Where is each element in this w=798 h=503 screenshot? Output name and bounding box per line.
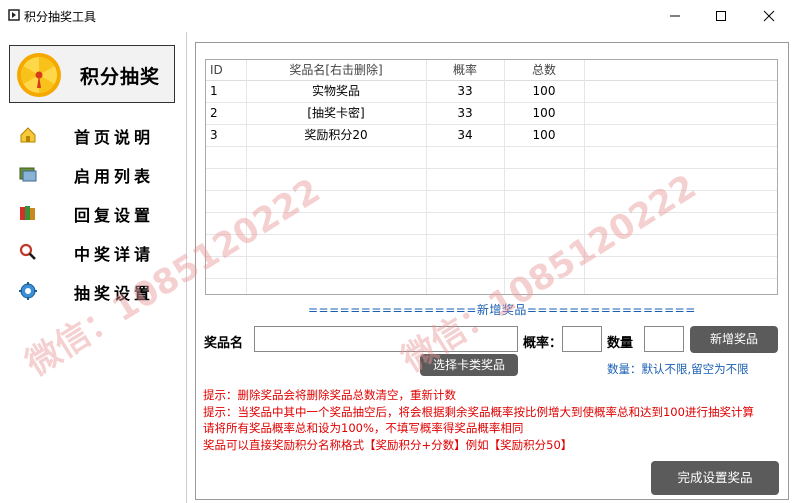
maximize-icon (716, 11, 726, 21)
sidebar-item-winners[interactable]: 中奖详请 (18, 240, 178, 264)
home-icon (20, 127, 36, 143)
cell-name: [抽奖卡密] (307, 106, 365, 120)
header-total: 总数 (531, 63, 556, 77)
choose-card-prize-button[interactable]: 选择卡类奖品 (420, 354, 518, 376)
minimize-icon (670, 15, 680, 17)
add-prize-section-title: ================新增奖品================ (308, 303, 696, 317)
empty-row (206, 147, 777, 169)
sidebar-divider (186, 32, 187, 503)
minimize-button[interactable] (652, 0, 698, 32)
quantity-label: 数量 (607, 336, 634, 351)
header-id: ID (210, 63, 223, 77)
note-line: 提示：当奖品中其中一个奖品抽空后，将会根据剩余奖品概率按比例增大到使概率总和达到… (203, 404, 754, 419)
cell-prob: 33 (457, 84, 473, 98)
cell-prob: 33 (457, 106, 473, 120)
sidebar-item-settings[interactable]: 抽奖设置 (18, 279, 178, 303)
table-body: 1 实物奖品 33 100 2 [抽奖卡密] 33 100 3 奖励积分20 3… (206, 81, 777, 294)
window-title: 积分抽奖工具 (24, 10, 97, 24)
note-line: 提示：删除奖品会将删除奖品总数清空，重新计数 (203, 388, 456, 402)
brand-title: 积分抽奖 (80, 66, 161, 88)
gear-icon (19, 282, 37, 300)
cell-total: 100 (532, 106, 556, 120)
cell-name: 奖励积分20 (304, 128, 368, 142)
title-bar: 积分抽奖工具 (0, 0, 798, 32)
finish-setup-button[interactable]: 完成设置奖品 (651, 461, 779, 495)
lottery-wheel-icon (17, 53, 61, 97)
empty-row (206, 213, 777, 235)
list-icon (19, 167, 37, 182)
header-prob: 概率 (452, 63, 477, 77)
empty-row (206, 257, 777, 279)
table-row[interactable]: 2 [抽奖卡密] 33 100 (206, 103, 777, 125)
cell-id: 2 (210, 106, 218, 120)
brand-panel: 积分抽奖 (9, 45, 175, 103)
cell-id: 1 (210, 84, 218, 98)
note-line: 请将所有奖品概率总和设为100%，不填写概率得奖品概率相同 (203, 421, 524, 435)
quantity-hint: 数量：默认不限,留空为不限 (607, 362, 749, 376)
close-button[interactable] (746, 0, 792, 32)
empty-row (206, 235, 777, 257)
empty-row (206, 169, 777, 191)
main-panel: ID 奖品名[右击删除] 概率 总数 1 实物奖品 33 100 2 [抽奖卡密… (195, 42, 789, 500)
maximize-button[interactable] (698, 0, 744, 32)
sidebar-item-label: 启用列表 (74, 167, 155, 186)
probability-label: 概率： (523, 336, 563, 351)
quantity-input[interactable] (644, 326, 684, 352)
probability-input[interactable] (562, 326, 602, 352)
cell-id: 3 (210, 128, 218, 142)
cell-prob: 34 (457, 128, 473, 142)
note-line: 奖品可以直接奖励积分名称格式【奖励积分+分数】例如【奖励积分50】 (203, 437, 573, 452)
table-row[interactable]: 1 实物奖品 33 100 (206, 81, 777, 103)
prize-table[interactable]: ID 奖品名[右击删除] 概率 总数 1 实物奖品 33 100 2 [抽奖卡密… (205, 59, 778, 295)
sidebar: 积分抽奖 首页说明 启用列表 回复设置 中奖详请 抽奖设置 (0, 32, 187, 503)
prize-name-label: 奖品名 (204, 336, 244, 351)
prize-name-input[interactable] (254, 326, 518, 352)
sidebar-item-label: 中奖详请 (74, 245, 155, 264)
sidebar-item-label: 回复设置 (74, 206, 155, 225)
close-icon (763, 10, 775, 22)
empty-row (206, 279, 777, 294)
cell-name: 实物奖品 (311, 84, 360, 98)
add-prize-button[interactable]: 新增奖品 (690, 326, 778, 353)
empty-row (206, 191, 777, 213)
header-name: 奖品名[右击删除] (289, 63, 383, 77)
notes-block: 提示：删除奖品会将删除奖品总数清空，重新计数 提示：当奖品中其中一个奖品抽空后，… (203, 387, 754, 453)
cell-total: 100 (532, 128, 556, 142)
cell-total: 100 (532, 84, 556, 98)
books-icon (20, 206, 35, 220)
sidebar-item-reply[interactable]: 回复设置 (18, 201, 178, 225)
sidebar-item-list[interactable]: 启用列表 (18, 162, 178, 186)
search-icon (19, 243, 36, 260)
table-header: ID 奖品名[右击删除] 概率 总数 (206, 60, 777, 81)
table-row[interactable]: 3 奖励积分20 34 100 (206, 125, 777, 147)
app-icon (8, 9, 20, 21)
sidebar-item-label: 抽奖设置 (74, 284, 155, 303)
sidebar-item-home[interactable]: 首页说明 (18, 123, 178, 147)
sidebar-item-label: 首页说明 (74, 128, 155, 147)
